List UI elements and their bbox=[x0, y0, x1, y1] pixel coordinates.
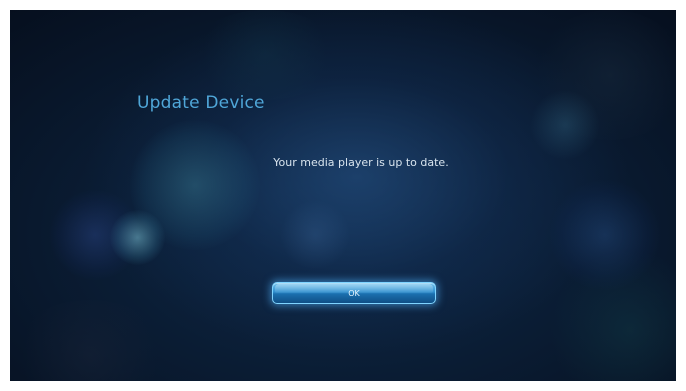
dialog-title: Update Device bbox=[137, 93, 265, 113]
background-bokeh bbox=[50, 190, 140, 280]
background-bokeh bbox=[10, 300, 170, 381]
status-message: Your media player is up to date. bbox=[273, 156, 449, 169]
background-bokeh bbox=[550, 180, 660, 290]
background-bokeh bbox=[530, 90, 600, 160]
background-bokeh bbox=[130, 120, 260, 250]
background-bokeh bbox=[190, 10, 340, 100]
background-bokeh bbox=[110, 210, 165, 265]
ok-button-label: OK bbox=[348, 288, 360, 298]
screen: Update Device Your media player is up to… bbox=[10, 10, 676, 381]
background-bokeh bbox=[550, 250, 676, 381]
background-bokeh bbox=[280, 200, 350, 270]
ok-button[interactable]: OK bbox=[272, 282, 436, 304]
background-bokeh bbox=[530, 10, 676, 140]
